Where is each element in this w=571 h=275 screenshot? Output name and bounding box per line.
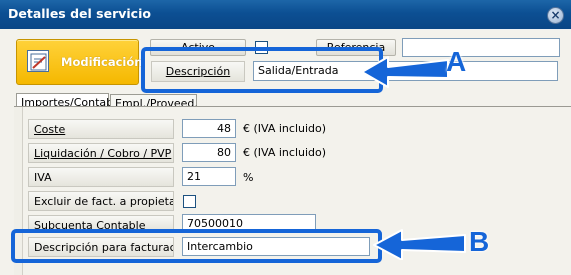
modificacion-label: Modificación [61,55,143,69]
arrow-a-icon [361,56,449,88]
excluir-checkbox[interactable] [183,195,196,208]
marker-a: A [446,46,467,77]
modificacion-button[interactable]: Modificación [16,39,143,85]
tab-empl-proveed[interactable]: Empl./Proveed. [110,94,198,110]
iva-unit: % [243,171,254,184]
edit-document-icon [27,50,49,72]
arrow-b-icon [373,229,466,260]
window-title: Detalles del servicio [8,6,151,21]
close-button[interactable]: × [547,7,564,24]
highlight-box-a [141,47,383,93]
liquidacion-unit: € (IVA incluido) [243,146,327,159]
close-icon: × [550,8,561,22]
iva-field[interactable]: 21 [182,167,236,186]
coste-field[interactable]: 48 [182,119,236,138]
liquidacion-field[interactable]: 80 [182,143,236,162]
tab-importes-contab[interactable]: Importes/Contab. [16,93,117,109]
excluir-label: Excluir de fact. a propietarios [28,191,174,211]
coste-label: Coste [28,119,174,139]
coste-unit: € (IVA incluido) [243,122,327,135]
liquidacion-label: Liquidación / Cobro / PVP [28,143,174,163]
iva-label: IVA [28,167,174,187]
highlight-box-b [11,229,382,263]
marker-b: B [469,226,490,257]
